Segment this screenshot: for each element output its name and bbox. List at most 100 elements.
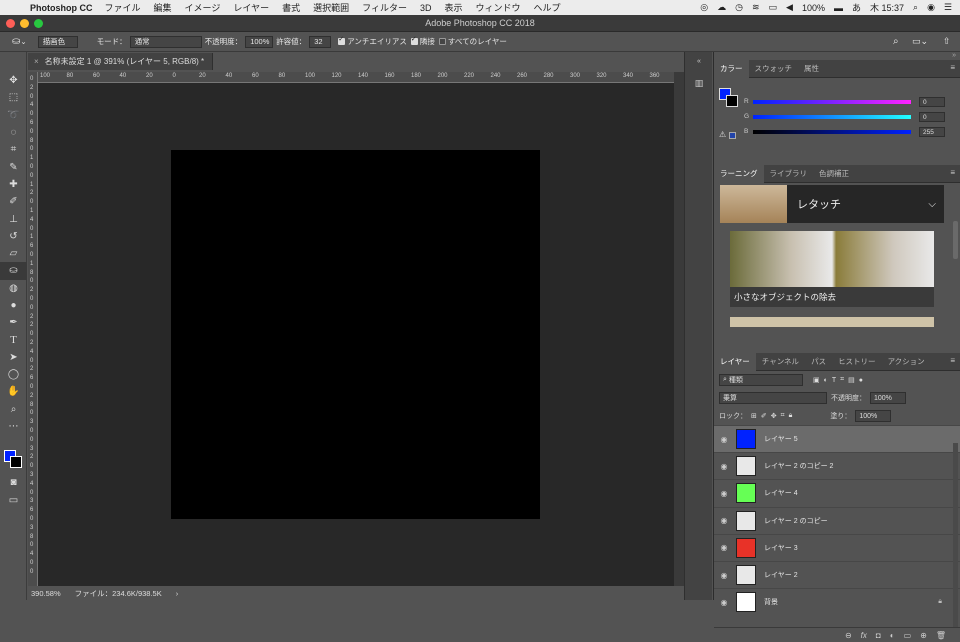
menu-select[interactable]: 選択範囲 — [313, 1, 349, 14]
layer-name[interactable]: 背景 — [764, 597, 778, 607]
menu-help[interactable]: ヘルプ — [534, 1, 561, 14]
visibility-eye-icon[interactable]: ◉ — [714, 462, 734, 471]
search-icon[interactable]: ⌕ — [913, 2, 918, 13]
fill-source-select[interactable]: 描画色 — [37, 35, 78, 48]
tab-swatches[interactable]: スウォッチ — [749, 60, 799, 78]
adjustment-layer-icon[interactable]: ◐ — [890, 631, 895, 640]
menu-3d[interactable]: 3D — [420, 3, 432, 13]
tab-history[interactable]: ヒストリー — [832, 353, 882, 371]
history-panel-icon[interactable]: ▥ — [685, 74, 713, 92]
zoom-level[interactable]: 390.58% — [31, 589, 61, 598]
web-safe-color-swatch[interactable] — [729, 132, 736, 139]
type-tool-icon[interactable]: T — [0, 331, 27, 348]
menu-edit[interactable]: 編集 — [154, 1, 172, 14]
battery-text[interactable]: 100% — [802, 3, 825, 13]
tab-channels[interactable]: チャンネル — [756, 353, 805, 371]
app-menu[interactable]: Photoshop CC — [30, 3, 93, 13]
layer-thumbnail[interactable] — [736, 537, 756, 558]
creative-cloud-icon[interactable]: ◎ — [700, 2, 708, 13]
airplay-icon[interactable]: ▭ — [769, 2, 778, 13]
g-slider[interactable]: G 0 — [744, 111, 945, 122]
g-value[interactable]: 0 — [919, 111, 945, 122]
menu-window[interactable]: ウィンドウ — [475, 1, 520, 14]
background-color-swatch[interactable] — [10, 456, 22, 468]
menu-filter[interactable]: フィルター — [362, 1, 407, 14]
path-select-tool-icon[interactable]: ➤ — [0, 349, 27, 366]
layer-thumbnail[interactable] — [736, 429, 756, 450]
filter-shape-icon[interactable]: ⌗ — [840, 376, 844, 384]
panel-menu-icon[interactable]: ≡ — [950, 356, 955, 365]
menu-layer[interactable]: レイヤー — [233, 1, 269, 14]
crop-tool-icon[interactable]: ⌗ — [0, 141, 27, 158]
fill-input[interactable]: 100% — [855, 410, 892, 422]
status-menu-icon[interactable]: › — [176, 589, 179, 598]
more-tools-icon[interactable]: ⋯ — [0, 418, 27, 435]
share-icon[interactable]: ⇧ — [943, 36, 951, 47]
add-mask-icon[interactable]: ◘ — [876, 631, 881, 640]
layer-style-icon[interactable]: fx — [861, 631, 867, 640]
close-button[interactable] — [6, 19, 15, 28]
layer-row[interactable]: ◉ レイヤー 5 — [714, 425, 960, 453]
visibility-eye-icon[interactable]: ◉ — [714, 571, 734, 580]
blend-mode-select[interactable]: 乗算 — [719, 392, 827, 404]
layer-name[interactable]: レイヤー 5 — [764, 434, 798, 444]
layer-row[interactable]: ◉ レイヤー 3 — [714, 533, 960, 561]
layer-thumbnail[interactable] — [736, 565, 756, 586]
zoom-button[interactable] — [34, 19, 43, 28]
layer-name[interactable]: レイヤー 2 のコピー — [764, 516, 828, 526]
visibility-eye-icon[interactable]: ◉ — [714, 489, 734, 498]
tolerance-input[interactable]: 32 — [309, 35, 332, 48]
tutorial-card[interactable]: 小さなオブジェクトの除去 — [730, 231, 934, 307]
lock-all-icon[interactable]: 🔒︎ — [789, 412, 793, 420]
layer-row[interactable]: ◉ レイヤー 2 のコピー 2 — [714, 452, 960, 479]
opacity-input[interactable]: 100% — [245, 35, 274, 48]
layer-filter-select[interactable]: ⌕ 種類 — [719, 374, 803, 386]
zoom-tool-icon[interactable]: ⌕ — [0, 401, 27, 418]
canvas-area[interactable] — [38, 83, 674, 586]
layer-row[interactable]: ◉ 背景 🔒︎ — [714, 588, 960, 615]
paint-bucket-tool-icon[interactable]: ⛀ — [0, 262, 27, 280]
antialias-checkbox[interactable] — [338, 35, 346, 45]
tab-layers[interactable]: レイヤー — [714, 352, 756, 371]
new-layer-icon[interactable]: ⊕ — [920, 631, 927, 640]
color-panel-background[interactable] — [726, 95, 738, 107]
close-tab-icon[interactable]: × — [34, 57, 39, 66]
collapse-dock-icon[interactable]: « — [685, 52, 713, 70]
layer-row[interactable]: ◉ レイヤー 4 — [714, 479, 960, 506]
wifi-icon[interactable]: ≋ — [752, 2, 760, 13]
visibility-eye-icon[interactable]: ◉ — [714, 516, 734, 525]
eyedropper-tool-icon[interactable]: ✎ — [0, 158, 27, 175]
lock-pixels-icon[interactable]: ✐ — [761, 412, 767, 420]
hand-tool-icon[interactable]: ✋ — [0, 383, 27, 400]
document-tab[interactable]: × 名称未設定 1 @ 391% (レイヤー 5, RGB/8) * — [28, 53, 213, 70]
pen-tool-icon[interactable]: ✒ — [0, 314, 27, 331]
document-canvas[interactable] — [171, 150, 540, 519]
canvas-vertical-scrollbar[interactable] — [674, 72, 684, 586]
layer-opacity-input[interactable]: 100% — [870, 392, 906, 404]
contiguous-checkbox[interactable] — [410, 35, 418, 45]
visibility-eye-icon[interactable]: ◉ — [714, 598, 734, 607]
layers-scrollbar[interactable] — [953, 443, 958, 633]
lock-transparent-icon[interactable]: ⊞ — [751, 412, 757, 420]
visibility-eye-icon[interactable]: ◉ — [714, 543, 734, 552]
blur-tool-icon[interactable]: ◍ — [0, 280, 27, 297]
b-slider[interactable]: B 255 — [744, 126, 945, 137]
layer-row[interactable]: ◉ レイヤー 2 のコピー — [714, 506, 960, 534]
marquee-tool-icon[interactable]: ⬚ — [0, 89, 27, 106]
filter-type-icon[interactable]: T — [832, 377, 836, 384]
layer-name[interactable]: レイヤー 4 — [764, 488, 798, 498]
healing-brush-tool-icon[interactable]: ✚ — [0, 176, 27, 193]
mode-select[interactable]: 通常 — [129, 35, 202, 48]
tutorial-card-next[interactable] — [730, 317, 934, 327]
tab-libraries[interactable]: ライブラリ — [764, 165, 814, 183]
panel-menu-icon[interactable]: ≡ — [950, 168, 955, 177]
lock-artboard-icon[interactable]: ⌗ — [781, 412, 785, 420]
volume-icon[interactable]: ◀ — [786, 2, 793, 13]
workspace-icon[interactable]: ▭⌄ — [912, 36, 928, 47]
quick-mask-icon[interactable]: ◙ — [0, 474, 27, 491]
visibility-eye-icon[interactable]: ◉ — [714, 435, 734, 444]
menu-file[interactable]: ファイル — [105, 1, 141, 14]
layer-thumbnail[interactable] — [736, 456, 756, 477]
chevron-down-icon[interactable]: ⌵ — [928, 199, 936, 210]
new-group-icon[interactable]: ▭ — [904, 631, 912, 640]
